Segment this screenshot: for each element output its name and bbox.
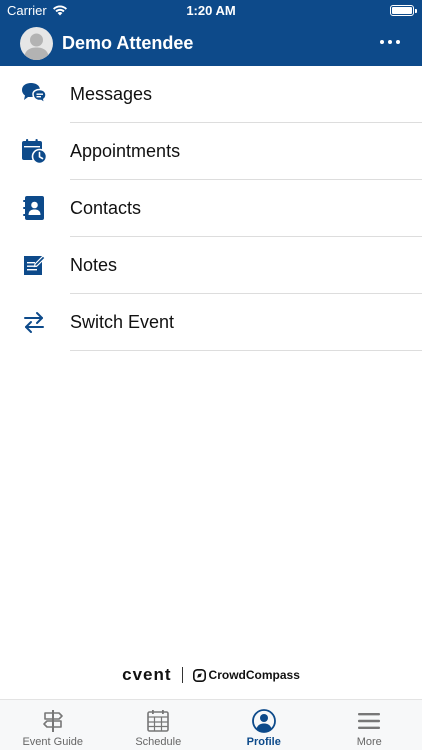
signpost-icon [42,710,63,732]
messages-icon [20,80,48,108]
menu-item-appointments[interactable]: Appointments [0,123,422,180]
profile-icon [251,709,276,733]
tab-label: Profile [246,736,281,748]
appointments-calendar-icon [20,137,48,165]
tab-profile[interactable]: Profile [211,700,317,750]
menu-item-label: Switch Event [70,312,175,332]
status-bar: Carrier 1:20 AM [0,0,422,22]
tab-event-guide[interactable]: Event Guide [0,700,106,750]
menu-item-label: Notes [70,255,118,275]
divider [70,350,422,351]
avatar[interactable] [20,27,53,60]
app-header: Carrier 1:20 AM Demo Attendee [0,0,422,66]
menu-item-notes[interactable]: Notes [0,237,422,294]
menu-item-label: Contacts [70,198,142,218]
user-name: Demo Attendee [62,33,194,53]
tab-more[interactable]: More [317,700,422,750]
compass-logo-icon [192,668,206,682]
branding-separator [181,667,183,683]
menu-item-label: Appointments [70,141,181,161]
switch-arrows-icon [20,308,48,336]
hamburger-icon [358,713,381,729]
notes-icon [20,251,48,279]
more-options-icon[interactable] [380,34,400,50]
person-silhouette-icon [24,33,49,60]
bottom-tab-bar: Event Guide Schedule Profile More [0,699,422,750]
crowdcompass-label: CrowdCompass [208,668,300,682]
tab-label: Schedule [135,736,182,748]
battery-icon [390,5,417,16]
tab-schedule[interactable]: Schedule [106,700,212,750]
branding-footer: cvent CrowdCompass [0,664,422,686]
profile-menu-list: Messages Appointments Contacts Notes Swi… [0,66,422,351]
menu-item-messages[interactable]: Messages [0,66,422,123]
menu-item-contacts[interactable]: Contacts [0,180,422,237]
menu-item-switch-event[interactable]: Switch Event [0,294,422,351]
status-time: 1:20 AM [186,3,236,18]
tab-label: Event Guide [22,736,84,748]
calendar-grid-icon [147,710,170,732]
menu-item-label: Messages [70,84,153,104]
crowdcompass-logo: CrowdCompass [192,668,300,682]
contacts-book-icon [20,194,48,222]
tab-label: More [356,736,382,748]
cvent-logo: cvent [122,665,172,684]
